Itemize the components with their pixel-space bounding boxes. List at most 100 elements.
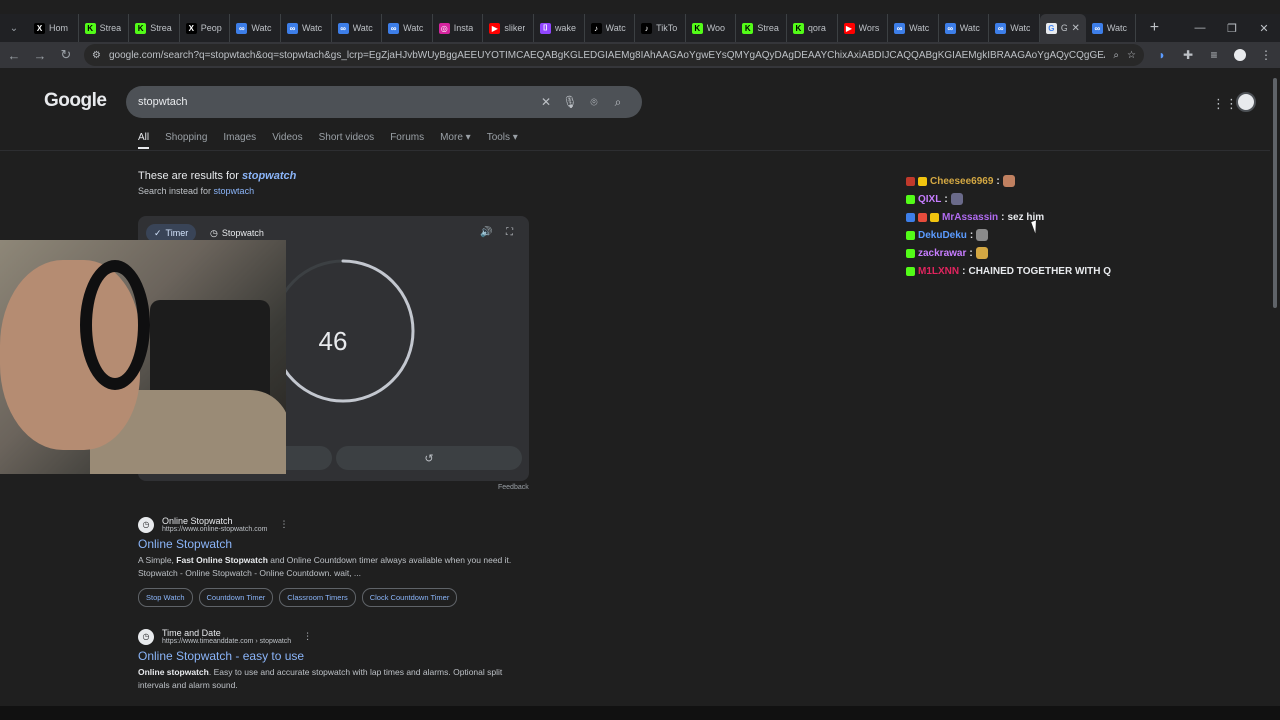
tab-close-icon[interactable]: ✕ <box>1071 23 1079 34</box>
account-avatar[interactable] <box>1236 92 1256 112</box>
search-tab[interactable]: Short videos <box>319 132 375 149</box>
tab[interactable]: ∞ Watc <box>888 14 939 42</box>
tab[interactable]: ▶ Wors <box>838 14 889 42</box>
search-tab[interactable]: All <box>138 132 150 149</box>
search-tab[interactable]: Images <box>223 132 256 149</box>
feedback-link[interactable]: Feedback <box>498 484 529 491</box>
tab[interactable]: ∞ Watc <box>382 14 433 42</box>
tab[interactable]: ∞ Watc <box>230 14 281 42</box>
tab[interactable]: K Strea <box>736 14 787 42</box>
tab[interactable]: K Strea <box>79 14 130 42</box>
chat-separator: : <box>969 247 973 259</box>
search-input[interactable]: stopwtach <box>138 96 534 108</box>
result-source[interactable]: ◷ Time and Date https://www.timeanddate.co… <box>138 628 518 645</box>
fullscreen-icon[interactable]: ⛶ <box>506 227 513 238</box>
bookmark-star-icon[interactable]: ☆ <box>1127 50 1136 61</box>
tab-label: Peop <box>200 23 222 33</box>
restore-icon[interactable]: ❐ <box>1216 22 1248 35</box>
search-tab[interactable]: Shopping <box>165 132 207 149</box>
tab-favicon-icon: ∞ <box>944 22 956 34</box>
tab[interactable]: ∞ Watc <box>332 14 383 42</box>
address-bar[interactable]: ⚙ google.com/search?q=stopwtach&oq=stopw… <box>84 44 1144 66</box>
tab[interactable]: ∞ Watc <box>281 14 332 42</box>
lens-icon[interactable]: ⌾ <box>582 95 606 110</box>
search-tab[interactable]: Videos <box>272 132 302 149</box>
site-favicon-icon: ◷ <box>138 628 154 645</box>
reset-button[interactable]: ↺ <box>336 446 522 470</box>
tab[interactable]: X Hom <box>28 14 79 42</box>
reload-icon[interactable]: ↻ <box>58 47 74 63</box>
tab[interactable]: K Strea <box>129 14 180 42</box>
new-tab-button[interactable]: + <box>1142 19 1166 37</box>
tab[interactable]: ∞ Watc <box>1086 14 1137 42</box>
search-instead: Search instead for stopwtach <box>138 186 254 196</box>
sitelink-chip[interactable]: Stop Watch <box>138 588 193 607</box>
tab[interactable]: ∞ Watc <box>989 14 1040 42</box>
chat-username[interactable]: QIXL <box>918 194 941 205</box>
profile-avatar[interactable] <box>1232 47 1248 63</box>
chat-separator: : <box>1001 211 1005 223</box>
chat-username[interactable]: MrAssassin <box>942 212 998 223</box>
chat-username[interactable]: Cheesee6969 <box>930 176 993 187</box>
chat-separator: : <box>962 265 966 277</box>
more-options-icon[interactable]: ⋮ <box>279 519 288 530</box>
scroll-thumb[interactable] <box>1273 78 1277 308</box>
original-query-link[interactable]: stopwtach <box>214 186 255 196</box>
sound-icon[interactable]: 🔊 <box>480 227 492 238</box>
tab-favicon-icon: X <box>185 22 197 34</box>
back-icon[interactable]: ← <box>6 48 22 63</box>
search-tab[interactable]: More ▾ <box>440 132 471 149</box>
extension-icon[interactable]: ◗ <box>1154 48 1170 62</box>
sitelink-chip[interactable]: Clock Countdown Timer <box>361 588 458 607</box>
tab-active[interactable]: G G ✕ <box>1039 14 1086 42</box>
zoom-icon[interactable]: ⌕ <box>1113 50 1119 61</box>
chat-overlay: Cheesee6969 : QIXL : MrAssassin : sez him De… <box>906 172 1111 280</box>
more-options-icon[interactable]: ⋮ <box>303 631 312 642</box>
result-source[interactable]: ◷ Online Stopwatch https://www.online-stop… <box>138 516 518 533</box>
clear-icon[interactable]: ✕ <box>534 95 558 109</box>
tab-label: Watc <box>301 23 323 33</box>
tab[interactable]: ♪ TikTo <box>635 14 686 42</box>
forward-icon[interactable]: → <box>32 48 48 63</box>
search-icon[interactable]: ⌕ <box>606 95 630 110</box>
tab[interactable]: X Peop <box>180 14 231 42</box>
tab-search-icon[interactable]: ⌄ <box>0 14 28 42</box>
chrome-menu-icon[interactable]: ⋮ <box>1258 48 1274 62</box>
chat-username[interactable]: M1LXNN <box>918 266 959 277</box>
result-title-link[interactable]: Online Stopwatch <box>138 537 518 551</box>
tab-favicon-icon: K <box>742 22 754 34</box>
page-scrollbar[interactable] <box>1270 68 1280 720</box>
sitelink-chip[interactable]: Countdown Timer <box>198 588 274 607</box>
search-tab[interactable]: Forums <box>390 132 424 149</box>
chat-badge-icon <box>918 176 927 186</box>
check-icon: ✓ <box>154 227 162 238</box>
tab-label: Strea <box>99 23 122 33</box>
tab[interactable]: ▶ sliker <box>483 14 534 42</box>
result-title-link[interactable]: Online Stopwatch - easy to use <box>138 649 518 663</box>
url-text[interactable]: google.com/search?q=stopwtach&oq=stopwta… <box>109 50 1105 61</box>
chat-separator: : <box>969 229 974 241</box>
tab[interactable]: ⌷ wake <box>534 14 585 42</box>
media-control-icon[interactable]: ≡ <box>1206 48 1222 62</box>
site-info-icon[interactable]: ⚙ <box>92 50 101 61</box>
tab[interactable]: Kqora <box>787 14 838 42</box>
screen: ⌄ X Hom K Strea K Strea X Peop ∞ Watc ∞ Watc ∞ Watc ∞ W… <box>0 0 1280 720</box>
tab[interactable]: ∞ Watc <box>939 14 990 42</box>
sitelink-chip[interactable]: Classroom Timers <box>279 588 356 607</box>
close-window-icon[interactable]: ✕ <box>1248 22 1280 35</box>
chat-message: M1LXNN : CHAINED TOGETHER WITH Q <box>906 262 1111 280</box>
tab[interactable]: ◎ Insta <box>433 14 484 42</box>
corrected-term-link[interactable]: stopwatch <box>242 170 296 182</box>
chat-username[interactable]: zackrawar <box>918 248 966 259</box>
extensions-puzzle-icon[interactable]: ✚ <box>1180 48 1196 62</box>
mic-icon[interactable]: 🎙 <box>558 95 582 109</box>
tab[interactable]: ♪ Watc <box>585 14 636 42</box>
tab[interactable]: K Woo <box>686 14 737 42</box>
apps-grid-icon[interactable]: ⋮⋮ <box>1212 96 1238 112</box>
search-tab[interactable]: Tools ▾ <box>487 132 518 149</box>
chat-username[interactable]: DekuDeku <box>918 230 967 241</box>
instead-prefix: Search instead for <box>138 186 214 196</box>
google-logo[interactable]: Google <box>44 90 107 112</box>
minimize-icon[interactable]: — <box>1184 22 1216 35</box>
search-box[interactable]: stopwtach ✕ 🎙 ⌾ ⌕ <box>126 86 642 118</box>
